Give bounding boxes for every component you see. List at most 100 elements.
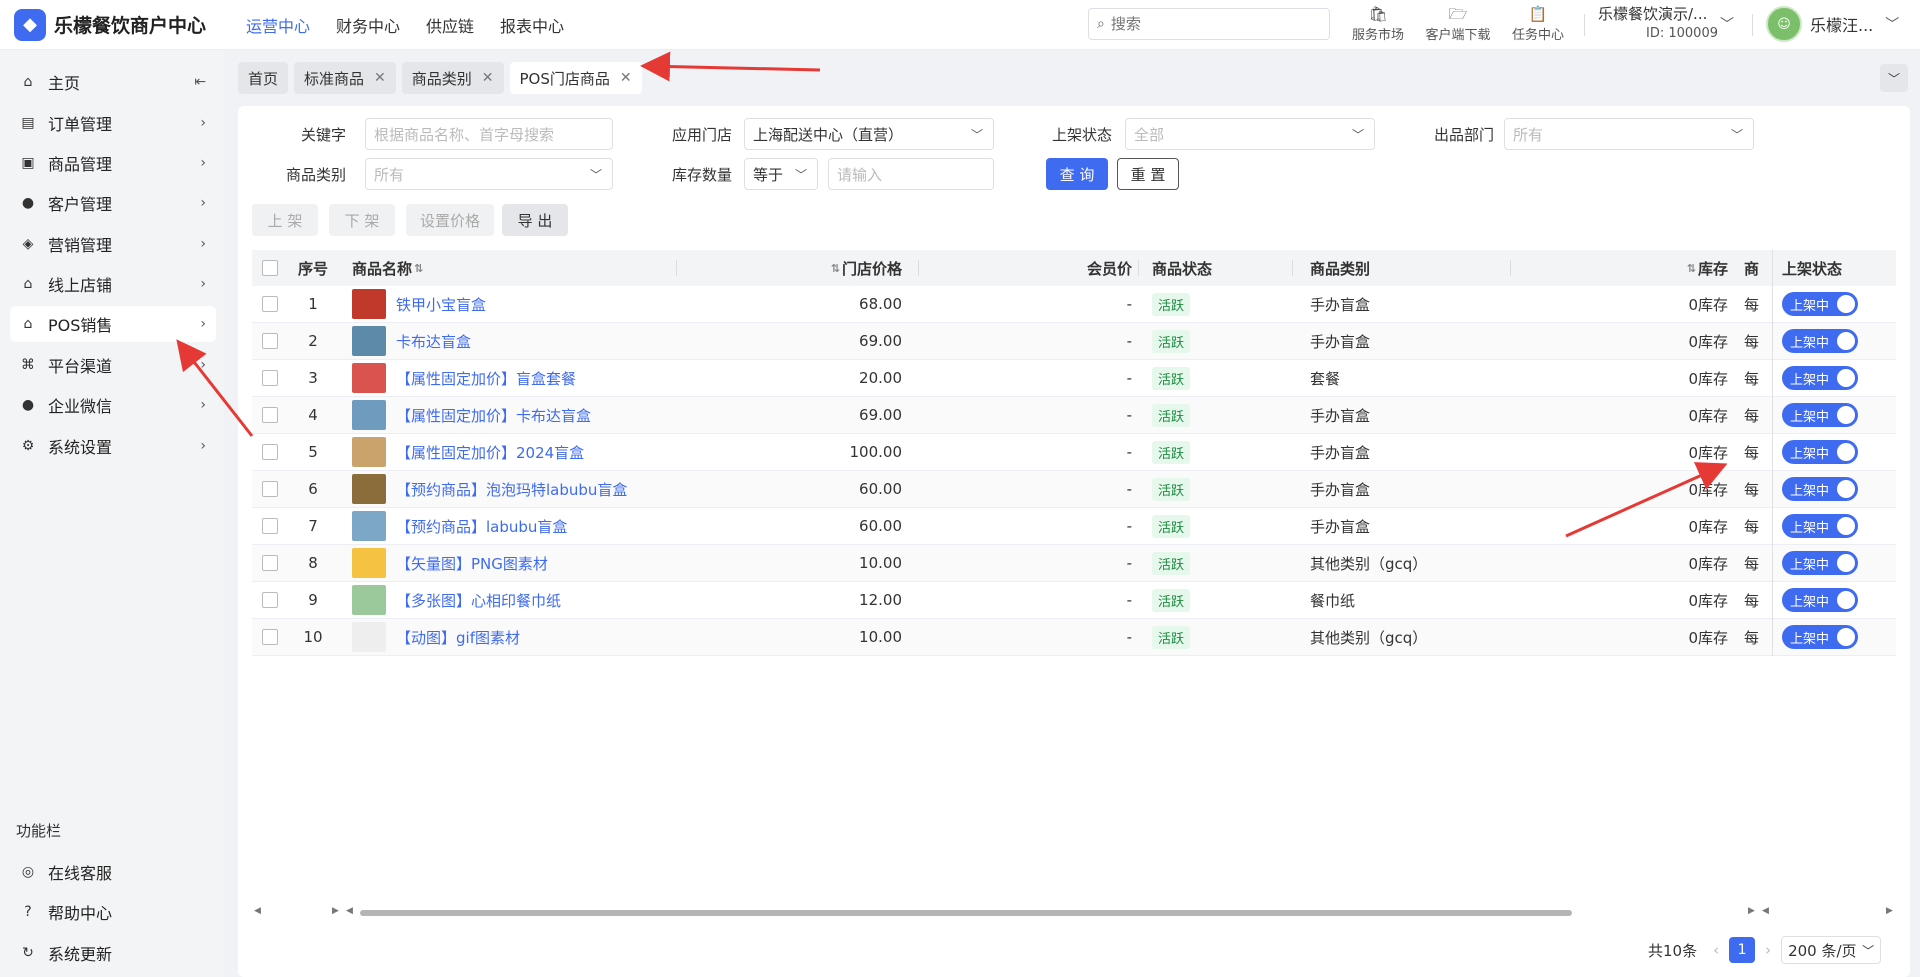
store-select[interactable]: 上海配送中心（直营） ﹀: [744, 118, 994, 150]
product-name-link[interactable]: 【动图】gif图素材: [396, 619, 776, 655]
row-checkbox[interactable]: [262, 592, 278, 608]
product-name-link[interactable]: 卡布达盲盒: [396, 323, 776, 359]
row-checkbox[interactable]: [262, 555, 278, 571]
shelf-status-toggle[interactable]: 上架中: [1782, 366, 1858, 390]
row-checkbox[interactable]: [262, 370, 278, 386]
stock-quantity-input[interactable]: 请输入: [828, 158, 994, 190]
product-thumbnail[interactable]: [352, 511, 386, 541]
tab-standard-goods[interactable]: 标准商品 ✕: [294, 62, 396, 94]
table-row[interactable]: 6 【预约商品】泡泡玛特labubu盲盒 60.00 - 活跃 手办盲盒 0库存每 上架中: [252, 471, 1896, 508]
sidebar-item-online-shop[interactable]: ⌂ 线上店铺 ›: [10, 266, 216, 302]
header-stock[interactable]: ⇅ 库存: [1672, 250, 1728, 286]
product-thumbnail[interactable]: [352, 363, 386, 393]
scroll-right-icon[interactable]: ▶: [332, 906, 339, 916]
row-checkbox[interactable]: [262, 629, 278, 645]
prev-page-icon[interactable]: ‹: [1713, 941, 1719, 959]
product-name-link[interactable]: 【属性固定加价】盲盒套餐: [396, 360, 776, 396]
sidebar-item-wecom[interactable]: ● 企业微信 ›: [10, 387, 216, 423]
tab-goods-category[interactable]: 商品类别 ✕: [401, 62, 504, 94]
dept-select[interactable]: 所有 ﹀: [1504, 118, 1754, 150]
product-thumbnail[interactable]: [352, 400, 386, 430]
row-checkbox[interactable]: [262, 333, 278, 349]
product-name-link[interactable]: 【多张图】心相印餐巾纸: [396, 582, 776, 618]
sidebar-item-settings[interactable]: ⚙ 系统设置 ›: [10, 428, 216, 464]
tab-home[interactable]: 首页: [238, 62, 289, 94]
product-name-link[interactable]: 【属性固定加价】2024盲盒: [396, 434, 776, 470]
scroll-left-icon[interactable]: ◀: [254, 906, 261, 916]
row-checkbox[interactable]: [262, 296, 278, 312]
tab-pos-store-goods[interactable]: POS门店商品 ✕: [509, 62, 642, 94]
horizontal-scrollbar[interactable]: [360, 910, 1572, 916]
tool-task-center[interactable]: 📋 任务中心: [1498, 4, 1578, 43]
collapse-sidebar-icon[interactable]: ⇤: [194, 74, 206, 90]
header-price[interactable]: ⇅ 门店价格: [812, 250, 902, 286]
tool-client-download[interactable]: 🗁 客户端下载: [1418, 4, 1498, 43]
off-shelf-button[interactable]: 下 架: [329, 204, 395, 236]
sidebar-item-home[interactable]: ⌂ 主页 ⇤: [10, 64, 216, 100]
nav-operations[interactable]: 运营中心: [246, 13, 310, 37]
sidebar-item-pos-sales[interactable]: ⌂ POS销售 ›: [10, 306, 216, 342]
row-checkbox[interactable]: [262, 407, 278, 423]
table-row[interactable]: 5 【属性固定加价】2024盲盒 100.00 - 活跃 手办盲盒 0库存每 上架中: [252, 434, 1896, 471]
sidebar-item-marketing[interactable]: ◈ 营销管理 ›: [10, 226, 216, 262]
product-thumbnail[interactable]: [352, 437, 386, 467]
product-thumbnail[interactable]: [352, 585, 386, 615]
table-row[interactable]: 4 【属性固定加价】卡布达盲盒 69.00 - 活跃 手办盲盒 0库存每 上架中: [252, 397, 1896, 434]
close-icon[interactable]: ✕: [374, 70, 386, 86]
org-switcher[interactable]: 乐檬餐饮演示/... ID: 100009: [1598, 4, 1728, 44]
tabs-dropdown-button[interactable]: ﹀: [1880, 64, 1908, 92]
table-row[interactable]: 10 【动图】gif图素材 10.00 - 活跃 其他类别（gcq） 0库存每 上架中: [252, 619, 1896, 656]
shelf-status-toggle[interactable]: 上架中: [1782, 477, 1858, 501]
product-thumbnail[interactable]: [352, 548, 386, 578]
chevron-down-icon[interactable]: ﹀: [1720, 14, 1734, 34]
sidebar-item-online-service[interactable]: ◎ 在线客服: [10, 854, 216, 890]
table-row[interactable]: 2 卡布达盲盒 69.00 - 活跃 手办盲盒 0库存每 上架中: [252, 323, 1896, 360]
table-row[interactable]: 1 铁甲小宝盲盒 68.00 - 活跃 手办盲盒 0库存每 上架中: [252, 286, 1896, 323]
product-thumbnail[interactable]: [352, 474, 386, 504]
product-thumbnail[interactable]: [352, 326, 386, 356]
sidebar-item-goods[interactable]: ▣ 商品管理 ›: [10, 145, 216, 181]
header-name[interactable]: 商品名称 ⇅: [352, 250, 432, 286]
export-button[interactable]: 导 出: [502, 204, 568, 236]
close-icon[interactable]: ✕: [620, 70, 632, 86]
category-select[interactable]: 所有 ﹀: [365, 158, 613, 190]
on-shelf-button[interactable]: 上 架: [252, 204, 318, 236]
sort-icon[interactable]: ⇅: [831, 262, 840, 275]
page-number-current[interactable]: 1: [1729, 937, 1756, 963]
row-checkbox[interactable]: [262, 444, 278, 460]
nav-reports[interactable]: 报表中心: [500, 13, 564, 37]
search-input[interactable]: [1110, 15, 1301, 33]
shelf-status-toggle[interactable]: 上架中: [1782, 625, 1858, 649]
app-logo[interactable]: ◆ 乐檬餐饮商户中心: [0, 8, 240, 41]
product-name-link[interactable]: 【预约商品】labubu盲盒: [396, 508, 776, 544]
select-all-checkbox[interactable]: [262, 260, 278, 276]
product-name-link[interactable]: 【矢量图】PNG图素材: [396, 545, 776, 581]
shelf-status-toggle[interactable]: 上架中: [1782, 588, 1858, 612]
scroll-left-icon[interactable]: ◀: [1762, 906, 1769, 916]
sidebar-item-platform-channels[interactable]: ⌘ 平台渠道 ›: [10, 347, 216, 383]
sidebar-item-update[interactable]: ↻ 系统更新: [10, 935, 216, 971]
next-page-icon[interactable]: ›: [1765, 941, 1771, 959]
sidebar-item-orders[interactable]: ▤ 订单管理 ›: [10, 105, 216, 141]
shelf-status-toggle[interactable]: 上架中: [1782, 440, 1858, 464]
sidebar-item-customers[interactable]: ● 客户管理 ›: [10, 185, 216, 221]
query-button[interactable]: 查 询: [1046, 158, 1108, 190]
page-size-select[interactable]: 200 条/页 ﹀: [1781, 936, 1882, 964]
tool-service-market[interactable]: 🛍 服务市场: [1338, 4, 1418, 43]
product-name-link[interactable]: 【属性固定加价】卡布达盲盒: [396, 397, 776, 433]
product-thumbnail[interactable]: [352, 289, 386, 319]
sort-icon[interactable]: ⇅: [1687, 262, 1696, 275]
table-row[interactable]: 8 【矢量图】PNG图素材 10.00 - 活跃 其他类别（gcq） 0库存每 上架中: [252, 545, 1896, 582]
user-menu[interactable]: ☺ 乐檬汪... ﹀: [1766, 6, 1899, 42]
set-price-button[interactable]: 设置价格: [406, 204, 494, 236]
shelf-status-toggle[interactable]: 上架中: [1782, 329, 1858, 353]
keyword-input[interactable]: 根据商品名称、首字母搜索: [365, 118, 613, 150]
close-icon[interactable]: ✕: [482, 70, 494, 86]
sort-icon[interactable]: ⇅: [414, 262, 423, 275]
nav-supply-chain[interactable]: 供应链: [426, 13, 474, 37]
product-thumbnail[interactable]: [352, 622, 386, 652]
reset-button[interactable]: 重 置: [1117, 158, 1179, 190]
nav-finance[interactable]: 财务中心: [336, 13, 400, 37]
product-name-link[interactable]: 铁甲小宝盲盒: [396, 286, 776, 322]
row-checkbox[interactable]: [262, 481, 278, 497]
